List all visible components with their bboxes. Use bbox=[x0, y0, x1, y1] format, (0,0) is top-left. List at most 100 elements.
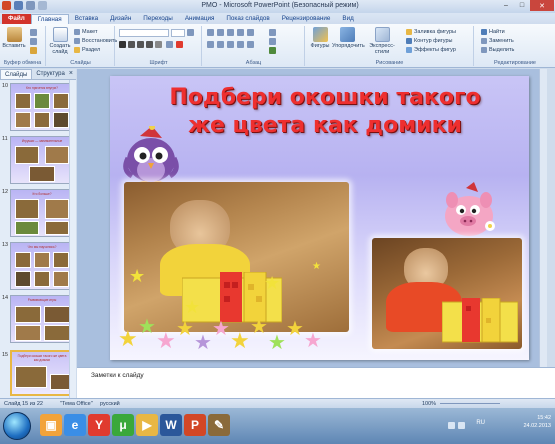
tab-review[interactable]: Рецензирование bbox=[276, 14, 337, 24]
numbering-icon[interactable] bbox=[217, 29, 224, 36]
justify-icon[interactable] bbox=[237, 41, 244, 48]
word-icon[interactable]: W bbox=[160, 414, 182, 436]
group-paragraph: Абзац bbox=[203, 26, 305, 66]
yandex-icon[interactable]: Y bbox=[88, 414, 110, 436]
slide-thumbnail-13[interactable]: Что мы научились? bbox=[10, 242, 74, 290]
align-right-icon[interactable] bbox=[227, 41, 234, 48]
slide-thumbnail-12[interactable]: Кто больше? bbox=[10, 189, 74, 237]
internet-explorer-icon[interactable]: e bbox=[64, 414, 86, 436]
decrease-indent-icon[interactable] bbox=[227, 29, 234, 36]
bold-icon[interactable] bbox=[119, 41, 126, 48]
shapes-button[interactable]: Фигуры bbox=[308, 27, 332, 49]
slide-thumbnail-15[interactable]: Подбери окошки такого же цвета как домик… bbox=[10, 350, 74, 396]
utorrent-icon[interactable]: μ bbox=[112, 414, 134, 436]
tab-design[interactable]: Дизайн bbox=[104, 14, 137, 24]
underline-icon[interactable] bbox=[137, 41, 144, 48]
slide-thumbnail-11[interactable]: Игрушки — занимательные bbox=[10, 136, 74, 184]
thumb-caption: Игрушки — занимательные bbox=[21, 139, 63, 143]
copy-icon[interactable] bbox=[30, 38, 37, 45]
powerpoint-logo-icon[interactable] bbox=[2, 1, 11, 10]
maximize-button[interactable]: □ bbox=[514, 0, 530, 11]
theme-name[interactable]: "Тема Office" bbox=[60, 401, 93, 407]
slide-thumbnail-14[interactable]: Развивающие игры bbox=[10, 295, 74, 343]
quick-styles-button[interactable]: Экспресс-стили bbox=[364, 27, 400, 55]
slide-title[interactable]: Подбери окошки такого же цвета как домик… bbox=[140, 84, 510, 140]
media-player-icon[interactable]: ▶ bbox=[136, 414, 158, 436]
child-photo-2[interactable] bbox=[372, 238, 522, 349]
thumb-photo bbox=[15, 221, 39, 235]
reset-button[interactable]: Восстановить bbox=[74, 38, 117, 44]
new-slide-button[interactable]: Создать слайд bbox=[48, 27, 72, 55]
zoom-level[interactable]: 100% bbox=[422, 401, 436, 407]
select-button[interactable]: Выделить bbox=[481, 47, 514, 53]
undo-icon[interactable] bbox=[26, 1, 35, 10]
tab-animation[interactable]: Анимация bbox=[179, 14, 221, 24]
tab-slides[interactable]: Слайды bbox=[0, 69, 33, 79]
close-button[interactable]: ✕ bbox=[530, 0, 554, 11]
tab-slideshow[interactable]: Показ слайдов bbox=[220, 14, 275, 24]
smartart-icon[interactable] bbox=[269, 47, 276, 54]
section-button[interactable]: Раздел bbox=[74, 47, 100, 53]
tab-home[interactable]: Главная bbox=[30, 14, 69, 24]
arrange-button[interactable]: Упорядочить bbox=[332, 27, 365, 49]
volume-icon[interactable] bbox=[458, 422, 465, 429]
slide-thumbnail-10[interactable]: Кто прячется внутри? bbox=[10, 83, 74, 131]
network-icon[interactable] bbox=[448, 422, 455, 429]
shape-effects-button[interactable]: Эффекты фигур bbox=[406, 47, 456, 53]
tab-insert[interactable]: Вставка bbox=[69, 14, 104, 24]
paste-button[interactable]: Вставить bbox=[2, 27, 26, 49]
layout-button[interactable]: Макет bbox=[74, 29, 98, 35]
thumbnails-scrollbar[interactable] bbox=[69, 80, 76, 398]
window-controls: – □ ✕ bbox=[498, 0, 554, 11]
new-slide-icon bbox=[52, 27, 68, 42]
strikethrough-icon[interactable] bbox=[146, 41, 153, 48]
align-center-icon[interactable] bbox=[217, 41, 224, 48]
tab-transitions[interactable]: Переходы bbox=[137, 14, 179, 24]
char-spacing-icon[interactable] bbox=[166, 41, 173, 48]
replace-button[interactable]: Заменить bbox=[481, 38, 514, 44]
save-icon[interactable] bbox=[14, 1, 23, 10]
shape-fill-button[interactable]: Заливка фигуры bbox=[406, 29, 456, 35]
child-photo-1[interactable]: ★ ★ ★ ★ bbox=[124, 182, 349, 332]
star-icon: ★ bbox=[250, 316, 268, 338]
notes-pane[interactable]: Заметки к слайду bbox=[77, 367, 555, 398]
tab-outline[interactable]: Структура bbox=[32, 69, 68, 79]
thumb-photo bbox=[15, 252, 31, 268]
editor-scrollbar[interactable] bbox=[539, 69, 547, 367]
paint-icon[interactable]: ✎ bbox=[208, 414, 230, 436]
shadow-icon[interactable] bbox=[155, 41, 162, 48]
bullets-icon[interactable] bbox=[207, 29, 214, 36]
font-name-field[interactable] bbox=[119, 29, 169, 37]
language-indicator[interactable]: русский bbox=[100, 401, 120, 407]
minimize-button[interactable]: – bbox=[498, 0, 514, 11]
thumb-number: 12 bbox=[2, 189, 9, 195]
cut-icon[interactable] bbox=[30, 29, 37, 36]
columns-icon[interactable] bbox=[247, 41, 254, 48]
start-button[interactable] bbox=[3, 412, 31, 440]
align-left-icon[interactable] bbox=[207, 41, 214, 48]
zoom-slider[interactable] bbox=[440, 403, 500, 404]
italic-icon[interactable] bbox=[128, 41, 135, 48]
redo-icon[interactable] bbox=[38, 1, 47, 10]
window-title: PMO - Microsoft PowerPoint (Безопасный р… bbox=[201, 2, 359, 9]
font-color-icon[interactable] bbox=[176, 41, 183, 48]
tab-file[interactable]: Файл bbox=[2, 14, 31, 24]
find-button[interactable]: Найти bbox=[481, 29, 505, 35]
format-painter-icon[interactable] bbox=[30, 47, 37, 54]
increase-indent-icon[interactable] bbox=[237, 29, 244, 36]
text-direction-icon[interactable] bbox=[269, 29, 276, 36]
line-spacing-icon[interactable] bbox=[247, 29, 254, 36]
thumb-number: 11 bbox=[2, 136, 8, 142]
input-language[interactable]: RU bbox=[476, 420, 485, 426]
align-text-icon[interactable] bbox=[269, 38, 276, 45]
tab-view[interactable]: Вид bbox=[336, 14, 359, 24]
pig-character-image[interactable] bbox=[438, 182, 500, 242]
font-size-field[interactable] bbox=[171, 29, 185, 37]
grow-font-icon[interactable] bbox=[187, 29, 194, 36]
close-panel-icon[interactable]: × bbox=[69, 69, 73, 79]
shape-outline-button[interactable]: Контур фигуры bbox=[406, 38, 452, 44]
windows-taskbar: ▣ e Y μ ▶ W P ✎ 15:42 24.02.2013 RU bbox=[0, 408, 555, 444]
slide-canvas[interactable]: Подбери окошки такого же цвета как домик… bbox=[110, 76, 529, 360]
file-explorer-icon[interactable]: ▣ bbox=[40, 414, 62, 436]
powerpoint-icon[interactable]: P bbox=[184, 414, 206, 436]
